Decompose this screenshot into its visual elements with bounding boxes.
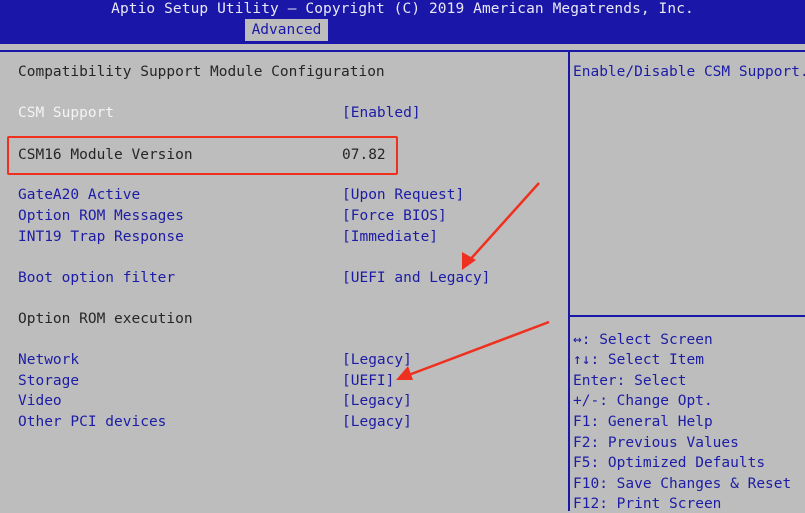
key-hint-print-screen: F12: Print Screen [573, 496, 722, 512]
key-hint-select-screen: ↔: Select Screen [573, 332, 713, 348]
arrow-storage [396, 320, 550, 380]
help-description: Enable/Disable CSM Support. [573, 64, 805, 80]
key-hint-save-reset: F10: Save Changes & Reset [573, 476, 792, 492]
key-hint-change-opt: +/-: Change Opt. [573, 393, 713, 409]
arrow-boot-filter [462, 182, 540, 270]
key-hint-select-item: ↑↓: Select Item [573, 352, 704, 368]
key-hint-optimized-defaults: F5: Optimized Defaults [573, 455, 766, 471]
key-hint-general-help: F1: General Help [573, 414, 713, 430]
key-hint-previous-values: F2: Previous Values [573, 435, 739, 451]
key-hint-enter: Enter: Select [573, 373, 687, 389]
